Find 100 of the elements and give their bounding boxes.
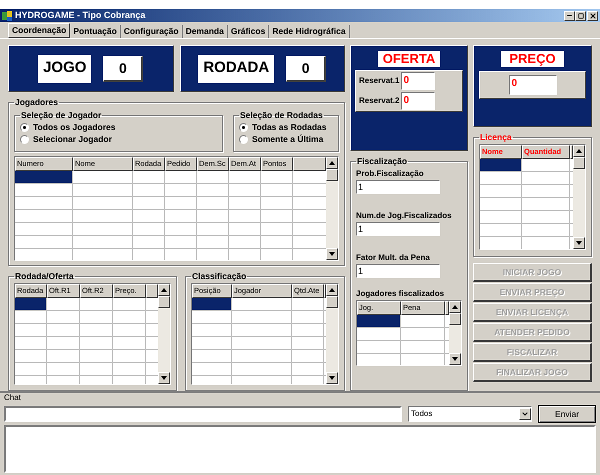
table-cell[interactable] bbox=[192, 337, 232, 350]
table-cell[interactable] bbox=[15, 184, 73, 197]
input-field[interactable]: 1 bbox=[356, 222, 440, 236]
table-cell[interactable] bbox=[292, 350, 324, 363]
table-cell[interactable] bbox=[133, 196, 165, 210]
table-cell[interactable] bbox=[133, 170, 165, 184]
table-cell[interactable] bbox=[480, 158, 522, 172]
table-cell[interactable] bbox=[165, 170, 197, 184]
scroll-down-button[interactable] bbox=[573, 236, 585, 249]
scroll-thumb[interactable] bbox=[573, 156, 585, 169]
scroll-up-button[interactable] bbox=[326, 284, 338, 296]
table-cell[interactable] bbox=[133, 210, 165, 223]
table-cell[interactable] bbox=[133, 248, 165, 260]
table-cell[interactable] bbox=[165, 184, 197, 197]
table-cell[interactable] bbox=[15, 298, 47, 311]
table-cell[interactable] bbox=[80, 363, 113, 376]
table-cell[interactable] bbox=[292, 337, 324, 350]
table-cell[interactable] bbox=[192, 363, 232, 376]
table-cell[interactable] bbox=[232, 350, 292, 363]
chat-input[interactable] bbox=[4, 406, 402, 422]
table-cell[interactable] bbox=[445, 314, 449, 328]
table-cell[interactable] bbox=[522, 236, 570, 249]
table-cell[interactable] bbox=[165, 210, 197, 223]
scroll-up-button[interactable] bbox=[573, 144, 585, 157]
table-cell[interactable] bbox=[292, 363, 324, 376]
table-cell[interactable] bbox=[357, 340, 401, 354]
table-cell[interactable] bbox=[73, 184, 133, 197]
table-cell[interactable] bbox=[357, 354, 401, 365]
table-cell[interactable] bbox=[232, 324, 292, 337]
table-cell[interactable] bbox=[73, 222, 133, 236]
scroll-up-button[interactable] bbox=[326, 156, 338, 169]
table-cell[interactable] bbox=[570, 158, 573, 172]
table-cell[interactable] bbox=[445, 340, 449, 354]
value-field[interactable]: 0 bbox=[508, 75, 556, 95]
table-cell[interactable] bbox=[165, 236, 197, 249]
table-cell[interactable] bbox=[229, 170, 261, 184]
table-cell[interactable] bbox=[292, 298, 324, 311]
minimize-button[interactable] bbox=[564, 10, 575, 20]
table-cell[interactable] bbox=[197, 170, 229, 184]
table-cell[interactable] bbox=[192, 298, 232, 311]
table-cell[interactable] bbox=[357, 314, 401, 328]
table-cell[interactable] bbox=[261, 184, 293, 197]
scroll-thumb[interactable] bbox=[326, 296, 338, 308]
table-cell[interactable] bbox=[522, 172, 570, 185]
table-cell[interactable] bbox=[293, 236, 326, 249]
table-cell[interactable] bbox=[570, 172, 573, 185]
tab[interactable]: Gráficos bbox=[228, 25, 270, 38]
close-button[interactable] bbox=[587, 10, 598, 20]
table-cell[interactable] bbox=[232, 337, 292, 350]
table-cell[interactable] bbox=[192, 350, 232, 363]
tab[interactable]: Pontuação bbox=[70, 25, 121, 38]
tab[interactable]: Demanda bbox=[182, 25, 228, 38]
table-cell[interactable] bbox=[229, 222, 261, 236]
table-cell[interactable] bbox=[445, 354, 449, 365]
radio-button[interactable] bbox=[239, 135, 248, 144]
table-cell[interactable] bbox=[197, 248, 229, 260]
table-cell[interactable] bbox=[293, 248, 326, 260]
radio-button[interactable] bbox=[20, 135, 29, 144]
table-cell[interactable] bbox=[229, 196, 261, 210]
scroll-down-button[interactable] bbox=[326, 248, 338, 260]
table-cell[interactable] bbox=[113, 324, 146, 337]
table-cell[interactable] bbox=[522, 224, 570, 237]
scrollbar[interactable] bbox=[326, 284, 338, 384]
table-cell[interactable] bbox=[570, 198, 573, 211]
table-cell[interactable] bbox=[80, 350, 113, 363]
table-cell[interactable] bbox=[73, 248, 133, 260]
scroll-down-button[interactable] bbox=[326, 372, 338, 384]
table-cell[interactable] bbox=[113, 298, 146, 311]
table-cell[interactable] bbox=[357, 328, 401, 341]
scroll-thumb[interactable] bbox=[449, 312, 461, 325]
table-cell[interactable] bbox=[73, 196, 133, 210]
table-cell[interactable] bbox=[480, 224, 522, 237]
table-cell[interactable] bbox=[80, 298, 113, 311]
table-cell[interactable] bbox=[47, 324, 80, 337]
value-field[interactable]: 0 bbox=[401, 92, 436, 110]
table-cell[interactable] bbox=[15, 236, 73, 249]
table-cell[interactable] bbox=[80, 324, 113, 337]
maximize-button[interactable] bbox=[575, 10, 586, 20]
table-cell[interactable] bbox=[229, 184, 261, 197]
table-cell[interactable] bbox=[15, 363, 47, 376]
table-cell[interactable] bbox=[522, 210, 570, 224]
table-cell[interactable] bbox=[192, 324, 232, 337]
table-cell[interactable] bbox=[522, 198, 570, 211]
table-cell[interactable] bbox=[480, 198, 522, 211]
table-cell[interactable] bbox=[570, 210, 573, 224]
table-cell[interactable] bbox=[261, 196, 293, 210]
table-cell[interactable] bbox=[229, 248, 261, 260]
table-cell[interactable] bbox=[480, 236, 522, 249]
table-cell[interactable] bbox=[192, 311, 232, 324]
tab[interactable]: Coordenação bbox=[8, 23, 70, 38]
table-cell[interactable] bbox=[401, 354, 445, 365]
table-cell[interactable] bbox=[570, 184, 573, 198]
table-cell[interactable] bbox=[293, 210, 326, 223]
table-cell[interactable] bbox=[15, 311, 47, 324]
table-cell[interactable] bbox=[197, 222, 229, 236]
table-cell[interactable] bbox=[47, 350, 80, 363]
table-cell[interactable] bbox=[292, 311, 324, 324]
table-cell[interactable] bbox=[261, 210, 293, 223]
table-cell[interactable] bbox=[229, 210, 261, 223]
input-field[interactable]: 1 bbox=[356, 264, 440, 278]
